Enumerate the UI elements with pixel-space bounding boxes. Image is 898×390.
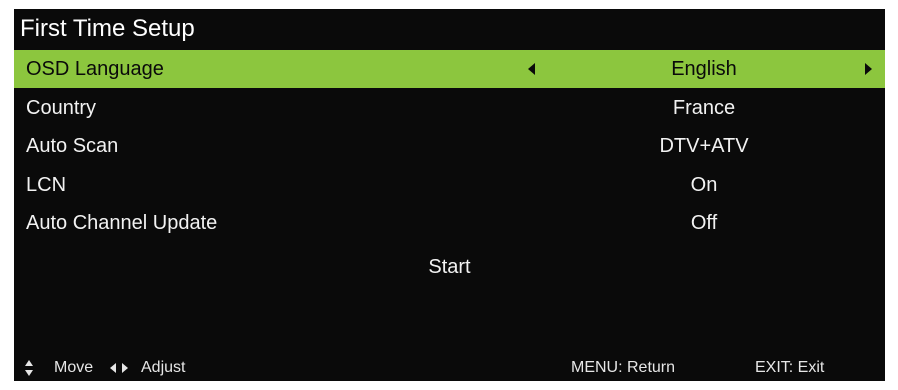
move-hint: Move	[54, 359, 94, 376]
row-label: Auto Scan	[26, 135, 119, 157]
row-value: On	[690, 174, 718, 196]
row-value: France	[672, 97, 736, 119]
row-value: DTV+ATV	[659, 135, 749, 157]
row-label: LCN	[26, 174, 67, 196]
up-down-arrows-icon	[24, 360, 34, 376]
menu-row-auto-channel-update[interactable]: Auto Channel Update Off	[14, 204, 885, 242]
left-arrow-icon[interactable]	[528, 63, 535, 75]
setup-menu-panel: First Time Setup OSD Language English Co…	[14, 9, 885, 381]
row-label: Country	[26, 97, 97, 119]
menu-title: First Time Setup	[20, 15, 195, 42]
menu-row-lcn[interactable]: LCN On	[14, 166, 885, 204]
menu-row-osd-language[interactable]: OSD Language English	[14, 50, 885, 88]
row-label: OSD Language	[26, 58, 164, 80]
start-button[interactable]: Start	[14, 248, 885, 286]
menu-row-country[interactable]: Country France	[14, 89, 885, 127]
left-right-arrows-icon	[110, 363, 130, 373]
footer-hint-bar: Move Adjust MENU: Return EXIT: Exit	[14, 355, 885, 381]
right-arrow-icon[interactable]	[865, 63, 872, 75]
row-value: Off	[690, 212, 718, 234]
row-label: Auto Channel Update	[26, 212, 218, 234]
menu-return-hint: MENU: Return	[571, 359, 676, 376]
menu-row-auto-scan[interactable]: Auto Scan DTV+ATV	[14, 127, 885, 165]
row-value: English	[671, 58, 737, 80]
exit-hint: EXIT: Exit	[755, 359, 825, 376]
adjust-hint: Adjust	[141, 359, 186, 376]
